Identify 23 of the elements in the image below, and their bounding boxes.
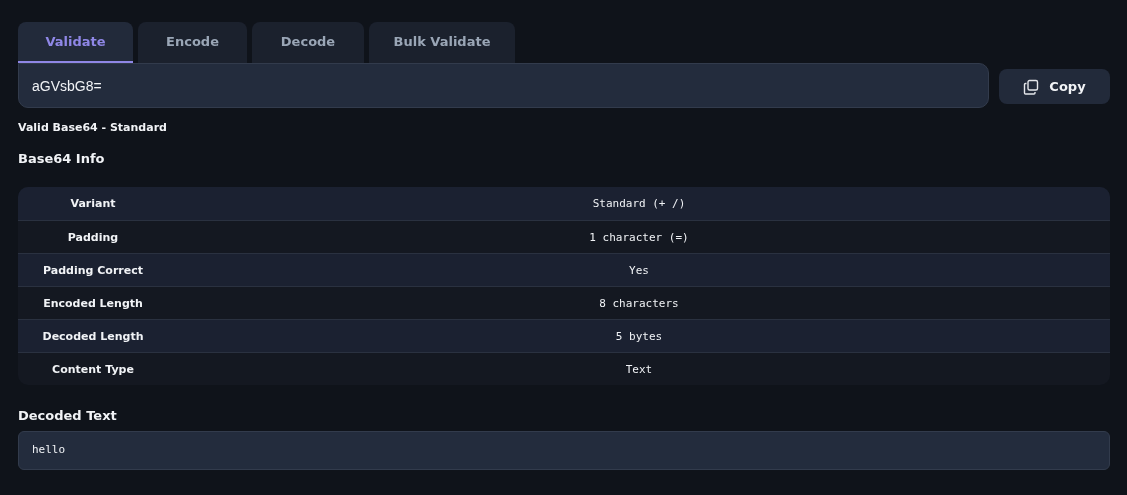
table-cell: Content Type xyxy=(52,362,134,376)
decoded-text-output: hello xyxy=(18,431,1110,470)
validation-status: Valid Base64 - Standard xyxy=(18,121,168,134)
table-cell: Decoded Length xyxy=(42,329,144,343)
table-cell: Encoded Length xyxy=(43,296,143,310)
table-cell: Yes xyxy=(629,263,649,277)
table-cell: Padding Correct xyxy=(43,263,143,277)
copy-icon xyxy=(1023,78,1040,95)
base64-input-field[interactable]: aGVsbG8= xyxy=(18,63,989,108)
table-cell: 5 bytes xyxy=(615,329,663,343)
table-cell: Standard (+ /) xyxy=(592,197,686,210)
table-cell: Text xyxy=(625,362,653,376)
section-heading: Base64 Info xyxy=(18,151,106,166)
tab[interactable]: Decode xyxy=(252,22,364,63)
tab[interactable]: Encode xyxy=(138,22,247,63)
section-heading: Decoded Text xyxy=(18,408,118,423)
table-cell: 1 character (=) xyxy=(589,230,689,244)
table-cell: Padding xyxy=(67,230,119,244)
table-cell: 8 characters xyxy=(599,296,679,310)
tab[interactable]: Bulk Validate xyxy=(369,22,515,63)
tab[interactable]: Validate xyxy=(18,22,133,63)
table-cell: Variant xyxy=(70,197,116,210)
copy-button[interactable]: Copy xyxy=(999,69,1110,104)
